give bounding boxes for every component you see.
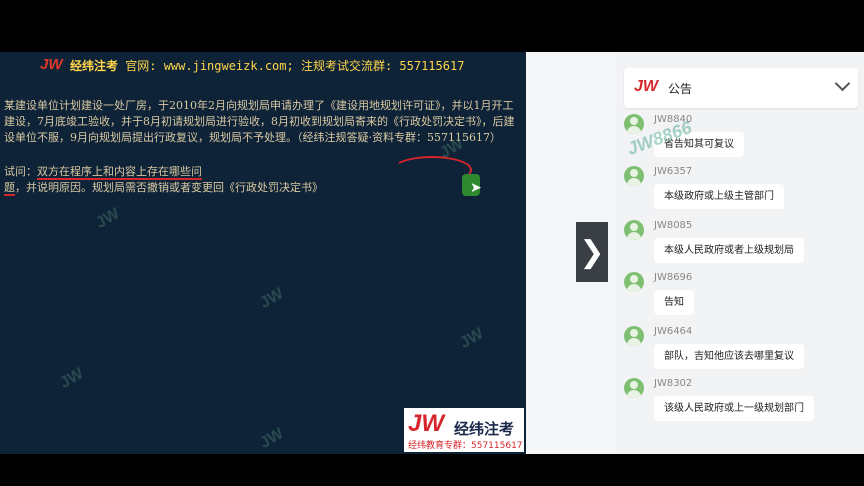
video-frame: JW 经纬注考 官网: www.jingweizk.com; 注规考试交流群: …: [0, 52, 864, 454]
watermark: JW: [93, 205, 123, 232]
slide-body-text: 某建设单位计划建设一处厂房，于2010年2月向规划局申请办理了《建设用地规划许可…: [4, 98, 520, 146]
annotation-circle: [392, 156, 472, 184]
message-bubble: 该级人民政府或上一级规划部门: [654, 396, 814, 421]
message-username: JW8085: [654, 220, 693, 231]
watermark: JW: [457, 325, 487, 352]
notice-label: 公告: [668, 82, 693, 96]
notice-bar[interactable]: JW 公告: [624, 68, 858, 108]
watermark: JW: [57, 365, 87, 392]
message-bubble: 部队，吉知他应该去哪里复议: [654, 344, 804, 369]
avatar: [624, 220, 644, 240]
avatar: [624, 114, 644, 134]
jw-logo: JW: [40, 56, 63, 73]
panel-toggle-button[interactable]: ❯: [576, 222, 608, 282]
brand-name: 经纬注考: [454, 420, 515, 438]
notice-jw-logo: JW: [634, 78, 658, 95]
cursor-icon: ➤: [470, 180, 482, 196]
message-bubble: 本级人民政府或者上级规划局: [654, 238, 804, 263]
message-username: JW6464: [654, 326, 693, 337]
message-username: JW8696: [654, 272, 693, 283]
question-rest: ，并说明原因。规划局需否撤销或者变更回《行政处罚决定书》: [15, 181, 323, 194]
header-brand: 经纬注考: [70, 59, 119, 73]
avatar: [624, 378, 644, 398]
question-prefix: 试问：: [4, 165, 37, 178]
watermark: JW: [257, 425, 287, 452]
avatar: [624, 166, 644, 186]
message-bubble: 告知: [654, 290, 694, 315]
brand-subtitle: 经纬教育专群：557115617: [408, 441, 523, 451]
lecture-slide: JW 经纬注考 官网: www.jingweizk.com; 注规考试交流群: …: [0, 52, 526, 454]
slide-header: 经纬注考 官网: www.jingweizk.com; 注规考试交流群: 557…: [70, 57, 464, 74]
avatar: [624, 326, 644, 346]
chevron-right-icon: ❯: [579, 234, 605, 270]
message-username: JW6357: [654, 166, 693, 177]
message-username: JW8302: [654, 378, 693, 389]
message-bubble: 本级政府或上级主管部门: [654, 184, 784, 209]
chat-panel: JW 公告 JW8840 省告知其可复议 JW6357 本级政府或上级主管部门 …: [616, 52, 864, 454]
avatar: [624, 272, 644, 292]
brand-jw: JW: [408, 410, 444, 437]
case-description: 某建设单位计划建设一处厂房，于2010年2月向规划局申请办理了《建设用地规划许可…: [4, 99, 515, 144]
watermark: JW: [257, 285, 287, 312]
chevron-down-icon[interactable]: [834, 75, 851, 92]
brand-logo-box: JW 经纬注考 经纬教育专群：557115617: [404, 408, 524, 452]
header-info: 官网: www.jingweizk.com; 注规考试交流群: 55711561…: [118, 59, 465, 73]
